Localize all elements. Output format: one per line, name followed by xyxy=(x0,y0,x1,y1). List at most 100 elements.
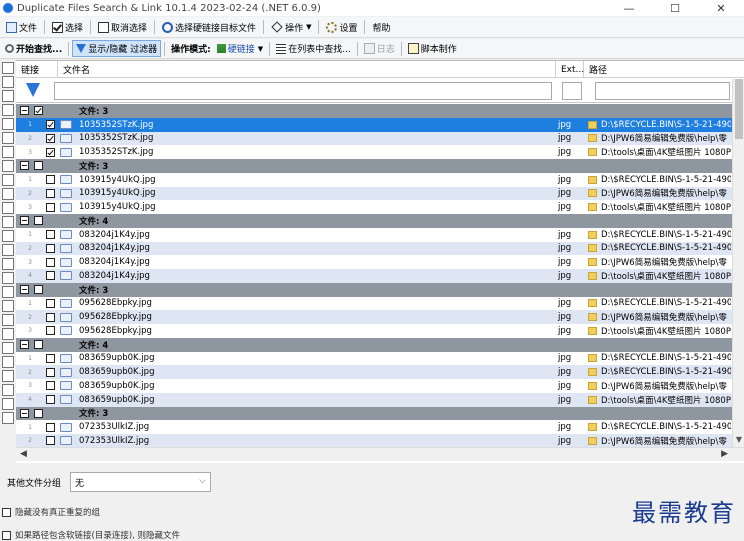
path-filter-input[interactable] xyxy=(595,82,730,100)
side-tool-icon[interactable] xyxy=(2,132,14,144)
side-tool-icon[interactable] xyxy=(2,188,14,200)
group-row[interactable]: 文件: 3 xyxy=(16,159,744,173)
find-in-list-button[interactable]: 在列表中查找... xyxy=(273,40,354,57)
hide-softlink-option[interactable]: 如果路径包含软链接(目录连接), 则隐藏文件 xyxy=(2,529,180,541)
group-row[interactable]: 文件: 3 xyxy=(16,406,744,421)
group-checkbox[interactable] xyxy=(34,340,43,350)
log-button[interactable]: 日志 xyxy=(361,40,398,57)
vertical-scrollbar[interactable]: ▼ xyxy=(732,79,744,447)
group-row[interactable]: 文件: 3 xyxy=(16,104,744,118)
file-checkbox[interactable] xyxy=(46,147,55,157)
group-row[interactable]: 文件: 4 xyxy=(16,337,744,352)
collapse-icon[interactable] xyxy=(20,161,29,171)
side-tool-icon[interactable] xyxy=(2,230,14,242)
menu-file[interactable]: 文件 xyxy=(2,18,41,36)
side-tool-icon[interactable] xyxy=(2,76,14,88)
collapse-icon[interactable] xyxy=(20,106,29,116)
file-checkbox[interactable] xyxy=(46,326,55,336)
side-tool-icon[interactable] xyxy=(2,370,14,382)
hide-no-dup-checkbox[interactable] xyxy=(2,507,11,517)
file-checkbox[interactable] xyxy=(46,202,55,212)
side-tool-icon[interactable] xyxy=(2,160,14,172)
side-tool-icon[interactable] xyxy=(2,146,14,158)
file-row[interactable]: 1 072353UlkIZ.jpg jpg D:\$RECYCLE.BIN\S-1-5… xyxy=(16,420,744,434)
file-row[interactable]: 2 072353UlkIZ.jpg jpg D:\JPW6简易编辑免费版\help\零 xyxy=(16,434,744,448)
file-checkbox[interactable] xyxy=(46,230,55,240)
file-row[interactable]: 3 1035352STzK.jpg jpg D:\tools\桌面\4K壁纸图片 10… xyxy=(16,145,744,159)
side-tool-icon[interactable] xyxy=(2,258,14,270)
side-tool-icon[interactable] xyxy=(2,104,14,116)
scroll-down-icon[interactable]: ▼ xyxy=(733,435,744,447)
group-checkbox[interactable] xyxy=(34,408,43,418)
collapse-icon[interactable] xyxy=(20,408,29,418)
file-row[interactable]: 2 103915y4UkQ.jpg jpg D:\JPW6简易编辑免费版\help\零 xyxy=(16,186,744,201)
menu-operation[interactable]: 操作 ▼ xyxy=(267,18,315,36)
column-link[interactable]: 链接 xyxy=(16,61,58,78)
file-checkbox[interactable] xyxy=(46,367,55,377)
scroll-thumb[interactable] xyxy=(735,79,743,139)
column-filename[interactable]: 文件名 xyxy=(58,61,556,78)
menu-settings[interactable]: 设置 xyxy=(322,18,361,36)
file-checkbox[interactable] xyxy=(46,120,55,130)
group-checkbox[interactable] xyxy=(34,216,43,226)
collapse-icon[interactable] xyxy=(20,216,29,226)
side-tool-icon[interactable] xyxy=(2,328,14,340)
file-checkbox[interactable] xyxy=(46,436,55,446)
side-tool-icon[interactable] xyxy=(2,412,14,424)
side-tool-icon[interactable] xyxy=(2,202,14,214)
start-search-button[interactable]: 开始查找... xyxy=(2,40,65,57)
menu-select[interactable]: 选择 xyxy=(48,18,87,36)
maximize-button[interactable]: ☐ xyxy=(652,0,698,16)
script-button[interactable]: 脚本制作 xyxy=(405,40,460,57)
side-tool-icon[interactable] xyxy=(2,90,14,102)
group-checkbox[interactable] xyxy=(34,161,43,171)
file-checkbox[interactable] xyxy=(46,422,55,432)
file-row[interactable]: 1 095628Ebpky.jpg jpg D:\$RECYCLE.BIN\S-1-5… xyxy=(16,296,744,311)
file-row[interactable]: 2 1035352STzK.jpg jpg D:\JPW6简易编辑免费版\help\零 xyxy=(16,131,744,146)
collapse-icon[interactable] xyxy=(20,340,29,350)
filename-filter-input[interactable] xyxy=(54,82,552,100)
scroll-right-icon[interactable]: ▶ xyxy=(721,449,728,459)
file-row[interactable]: 1 083659upb0K.jpg jpg D:\$RECYCLE.BIN\S-1-5… xyxy=(16,351,744,366)
file-row[interactable]: 4 083204j1K4y.jpg jpg D:\tools\桌面\4K壁纸图片 10… xyxy=(16,269,744,283)
file-row[interactable]: 1 1035352STzK.jpg jpg D:\$RECYCLE.BIN\S-1-5… xyxy=(16,117,744,132)
side-tool-icon[interactable] xyxy=(2,314,14,326)
group-select[interactable]: 无 ⌵ xyxy=(70,472,211,492)
file-row[interactable]: 3 103915y4UkQ.jpg jpg D:\tools\桌面\4K壁纸图片 10… xyxy=(16,200,744,214)
side-tool-icon[interactable] xyxy=(2,272,14,284)
side-tool-icon[interactable] xyxy=(2,62,14,74)
file-row[interactable]: 2 095628Ebpky.jpg jpg D:\JPW6简易编辑免费版\help\零 xyxy=(16,310,744,324)
side-tool-icon[interactable] xyxy=(2,216,14,228)
column-path[interactable]: 路径 xyxy=(584,61,744,78)
side-tool-icon[interactable] xyxy=(2,356,14,368)
file-row[interactable]: 3 095628Ebpky.jpg jpg D:\tools\桌面\4K壁纸图片 10… xyxy=(16,324,744,338)
file-checkbox[interactable] xyxy=(46,133,55,143)
file-row[interactable]: 3 083659upb0K.jpg jpg D:\JPW6简易编辑免费版\help\零 xyxy=(16,379,744,393)
file-checkbox[interactable] xyxy=(46,257,55,267)
hide-softlink-checkbox[interactable] xyxy=(2,530,11,540)
file-checkbox[interactable] xyxy=(46,298,55,308)
scroll-left-icon[interactable]: ◀ xyxy=(20,449,27,459)
group-checkbox[interactable] xyxy=(34,285,43,295)
file-row[interactable]: 2 083204j1K4y.jpg jpg D:\$RECYCLE.BIN\S-1-5… xyxy=(16,241,744,256)
file-row[interactable]: 2 083659upb0K.jpg jpg D:\$RECYCLE.BIN\S-1-5… xyxy=(16,365,744,379)
file-row[interactable]: 1 083204j1K4y.jpg jpg D:\$RECYCLE.BIN\S-1-5… xyxy=(16,227,744,242)
file-row[interactable]: 1 103915y4UkQ.jpg jpg D:\$RECYCLE.BIN\S-1-5… xyxy=(16,172,744,187)
side-tool-icon[interactable] xyxy=(2,118,14,130)
horizontal-scrollbar[interactable]: ◀ ▶ xyxy=(16,447,744,461)
group-row[interactable]: 文件: 4 xyxy=(16,214,744,228)
file-checkbox[interactable] xyxy=(46,312,55,322)
group-checkbox[interactable] xyxy=(34,106,43,116)
side-tool-icon[interactable] xyxy=(2,342,14,354)
menu-select-target[interactable]: 选择硬链接目标文件 xyxy=(158,18,260,36)
side-tool-icon[interactable] xyxy=(2,244,14,256)
file-checkbox[interactable] xyxy=(46,395,55,405)
side-tool-icon[interactable] xyxy=(2,300,14,312)
minimize-button[interactable]: — xyxy=(606,0,652,16)
column-ext[interactable]: Ext... xyxy=(556,61,584,78)
file-row[interactable]: 3 083204j1K4y.jpg jpg D:\JPW6简易编辑免费版\help\零 xyxy=(16,255,744,269)
menu-help[interactable]: 帮助 xyxy=(368,18,394,36)
side-tool-icon[interactable] xyxy=(2,174,14,186)
collapse-icon[interactable] xyxy=(20,285,29,295)
file-checkbox[interactable] xyxy=(46,243,55,253)
